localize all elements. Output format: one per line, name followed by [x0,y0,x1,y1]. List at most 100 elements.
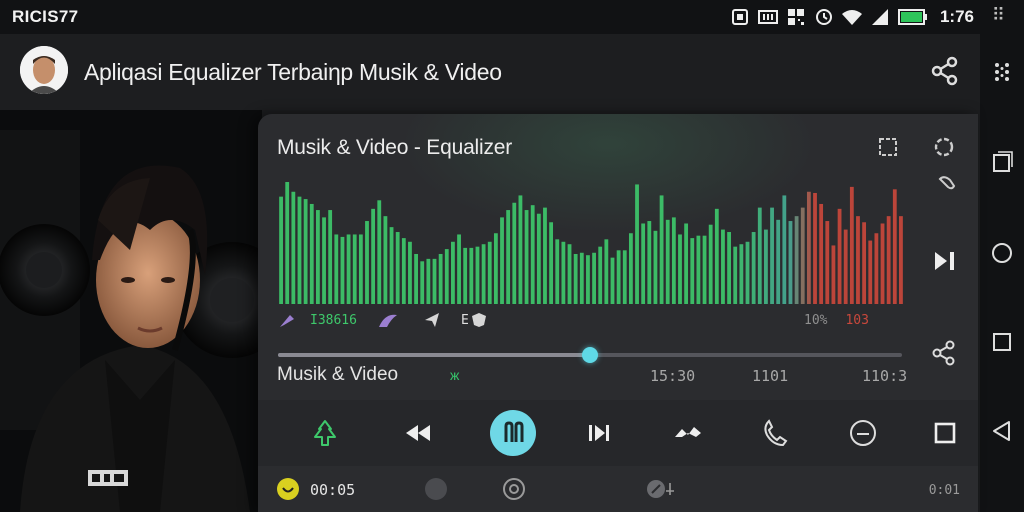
eq-bar [690,238,695,304]
eq-bar [457,234,461,304]
shield-icon [471,313,486,327]
eq-bar [843,229,848,304]
eq-bar [383,216,388,304]
home-icon[interactable] [990,241,1014,265]
eq-bar [770,207,774,304]
pause-icon [504,421,524,442]
eq-bar [358,234,363,304]
eq-bar [518,195,523,304]
lock-rotate-icon[interactable] [646,477,680,501]
bottom-status-row: 00:05 0:01 [258,466,978,512]
eq-bar [604,239,609,304]
artist-image [0,110,262,512]
eq-bar [874,233,879,304]
record-icon[interactable] [424,477,448,501]
play-pause-button[interactable] [490,410,536,456]
eq-bar [653,230,658,304]
eq-bar [438,253,443,304]
eq-bar [463,247,468,304]
eq-bar [702,235,707,304]
eq-bar [837,208,842,304]
eq-bar [408,241,412,304]
stop-icon[interactable] [929,417,961,449]
mini-info-left: I38616 E [278,309,487,331]
recents-icon[interactable] [990,150,1014,174]
eq-bar [475,246,480,304]
skip-next-icon[interactable] [583,417,615,449]
eq-bar [420,261,425,304]
seek-bar[interactable] [278,347,902,363]
wand-icon[interactable] [278,311,296,329]
phone-icon[interactable] [759,417,791,449]
eq-bar [757,207,762,304]
mini-label-left: I38616 [310,312,357,328]
eq-bar [573,253,578,304]
status-icons: 1:76 [730,7,974,27]
eq-bar [377,200,382,304]
mini-label-mid: E [460,312,469,328]
mini-info-right: 10% 103 [804,309,869,331]
wave-icon[interactable] [672,417,704,449]
eq-bar [721,229,725,304]
eq-bar [506,210,511,304]
time-mid: 1101 [752,367,789,385]
eq-bar [371,208,376,304]
disc-icon[interactable] [502,477,526,501]
eq-bar [334,234,339,304]
time-total: 110:3 [862,367,908,385]
menu-dots-icon[interactable] [990,60,1014,84]
timer-icon[interactable] [847,417,879,449]
eq-bar [586,255,590,304]
eq-bar [868,240,873,304]
settings-icon[interactable] [931,134,957,160]
avatar-image [20,46,68,94]
eq-bar [825,221,830,304]
seek-thumb[interactable] [582,347,598,363]
shuffle-icon[interactable] [309,417,341,449]
signal-icon [871,9,888,25]
eq-bar [622,250,627,304]
eq-bar [512,202,517,304]
seek-progress [278,353,590,357]
eq-bar [659,195,664,304]
mini-percent: 10% [804,312,828,328]
smiley-icon[interactable] [276,477,300,501]
send-icon[interactable] [423,311,441,329]
brush-icon[interactable] [377,311,399,329]
crop-icon[interactable] [875,134,901,160]
mini-level: 103 [845,312,869,328]
avatar[interactable] [20,46,68,94]
eq-bar [899,216,903,304]
eq-bar [414,253,418,304]
rewind-icon[interactable] [402,417,434,449]
track-mark: ж [450,367,460,383]
time-current: 15:30 [650,367,696,385]
wifi-icon [841,10,862,25]
eq-bar [880,223,885,304]
track-name: Musik & Video [277,364,399,385]
eq-bar [493,233,498,304]
overview-icon[interactable] [990,330,1014,354]
carrier-name: RICIS77 [12,7,79,26]
eq-bar [291,191,296,304]
equalizer-visualizer [279,182,903,304]
equalizer-title: Musik & Video - Equalizer [277,136,513,159]
eq-bar [610,257,615,304]
eq-bar [598,246,603,304]
side-share-icon[interactable] [931,340,957,366]
eq-bar [309,203,314,304]
eq-bar [849,186,854,304]
eq-bar [426,258,431,304]
eq-bar [536,213,541,304]
eq-bar [776,219,781,304]
eq-bar [831,245,836,304]
share-icon[interactable] [930,56,960,86]
eq-bar [733,246,738,304]
link-icon[interactable] [934,170,960,196]
eq-bar [579,252,584,304]
next-track-side-icon[interactable] [932,248,958,274]
more-icon[interactable]: ⠿ [992,5,1006,26]
equalizer-card: Musik & Video - Equalizer I38616 E 10% 1… [258,114,978,512]
back-icon[interactable] [990,419,1014,443]
eq-bar [481,244,486,304]
